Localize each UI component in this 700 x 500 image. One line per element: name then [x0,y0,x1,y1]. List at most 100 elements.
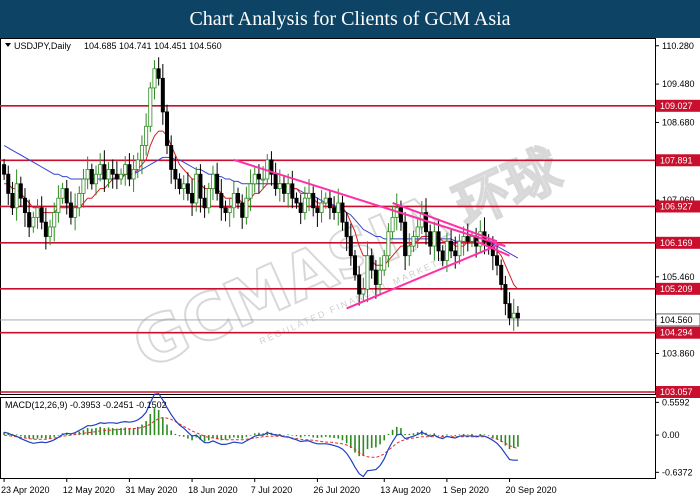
candle-body [64,188,69,204]
macd-histogram-bar [228,435,231,439]
macd-histogram-bar [508,435,511,450]
macd-histogram-bar [345,435,348,444]
symbol-label: USDJPY,Daily [14,41,71,51]
macd-histogram-bar [174,433,177,436]
macd-histogram-bar [408,433,411,436]
price-chart[interactable]: GCMASIA 环球 REGULATED FINANCIAL MARKETS 1… [0,38,700,500]
time-tick-label: 23 Apr 2020 [1,485,50,495]
candle-body [365,255,370,290]
candle-body [248,183,253,199]
candle-body [60,188,65,199]
candle-body [340,202,345,223]
macd-histogram-bar [387,433,390,436]
candle-body [169,145,174,170]
macd-histogram-bar [471,433,473,436]
candle-body [165,111,170,146]
price-axis: 110.280109.480108.680107.880107.060105.4… [655,41,695,359]
candle-body [273,173,278,190]
candle-body [119,173,124,180]
level-tag-label-6: 103.057 [660,387,693,397]
chart-frame: GCMASIA 环球 REGULATED FINANCIAL MARKETS 1… [0,38,700,500]
macd-tick-label: -0.6372 [662,467,693,477]
candle-body [156,68,161,79]
macd-histogram-bar [241,435,244,439]
macd-histogram-bar [128,428,131,436]
candle-body [18,183,23,199]
candle-body [102,164,107,180]
macd-histogram-bar [316,435,319,438]
candle-body [307,192,312,199]
macd-histogram-bar [145,421,147,436]
candle-body [219,192,224,209]
macd-histogram-bar [295,435,298,437]
macd-histogram-bar [162,417,164,436]
candle-body [315,207,320,213]
candle-body [511,312,516,319]
level-tag-label-3: 106.169 [660,238,693,248]
candle-body [515,312,520,319]
macd-histogram-bar [362,435,365,455]
candle-body [332,207,337,213]
macd-histogram-bar [45,435,47,439]
candle-body [495,255,500,266]
macd-histogram-bar [40,435,43,438]
candle-body [290,183,295,199]
candle-body [10,192,15,209]
macd-histogram-bar [383,435,386,441]
candle-body [190,192,195,204]
candle-body [194,173,199,204]
candle-body [73,207,78,218]
candle-body [77,192,82,209]
candle-body [236,192,241,204]
candle-body [361,288,366,295]
candle-body [210,173,215,190]
candle-body [507,303,512,319]
candle-body [323,197,328,204]
macd-label: MACD(12,26,9) -0.3953 -0.2451 -0.1502 [5,400,167,410]
candle-body [428,231,433,247]
candle-body [336,202,341,213]
macd-histogram-bar [395,426,398,436]
candle-body [98,164,103,175]
candle-body [357,274,362,295]
macd-histogram-bar [233,435,235,438]
candle-body [503,284,508,305]
macd-histogram-bar [299,435,302,438]
candle-body [43,221,48,237]
macd-histogram-bar [483,434,486,436]
candle-body [152,68,157,89]
candle-body [240,202,245,218]
macd-histogram-bar [475,435,477,436]
candle-body [185,183,190,194]
time-axis: 23 Apr 2020 12 May 2020 31 May 2020 18 Jun … [1,479,557,495]
macd-histogram-bar [312,435,315,438]
macd-histogram-bar [116,428,118,436]
candle-body [415,226,420,237]
candle-body [277,183,282,190]
candle-body [398,207,403,223]
candle-body [198,173,203,199]
candle-body [286,183,291,194]
candle-body [177,178,182,190]
level-tag-label-5: 104.294 [660,328,693,338]
macd-histogram-bar [57,435,60,436]
macd-histogram-bar [370,435,373,448]
macd-histogram-bar [166,424,168,436]
candle-body [369,255,374,271]
candle-body [390,216,395,233]
banner-title: Chart Analysis for Clients of GCM Asia [189,7,511,30]
candle-body [202,197,207,209]
candle-body [457,240,462,257]
candle-body [327,197,332,209]
macd-histogram-bar [253,433,256,436]
candle-body [461,236,466,242]
candle-body [206,188,211,209]
macd-histogram-bar [224,435,227,440]
macd-histogram-bar [249,435,252,436]
macd-histogram-bar [320,435,323,438]
macd-histogram-bar [107,427,110,436]
candle-body [123,164,128,175]
macd-histogram-bar [512,435,515,448]
candle-body [499,264,504,285]
main-plot-area[interactable] [0,38,656,395]
